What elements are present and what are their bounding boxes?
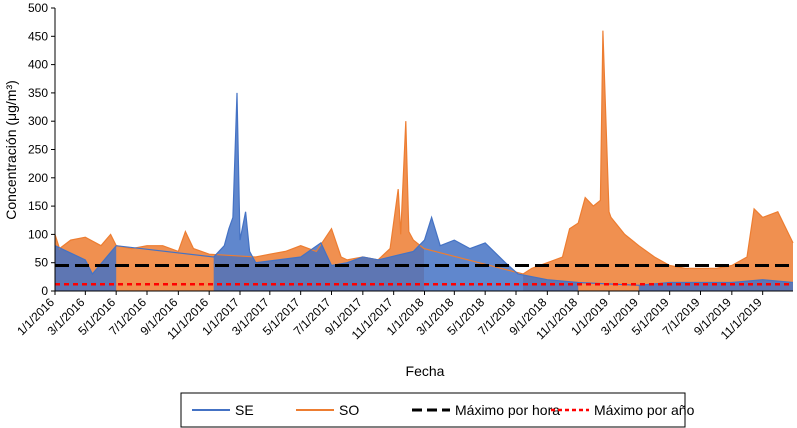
y-tick-label: 350 [28,86,48,100]
chart: 050100150200250300350400450500 1/1/20163… [3,1,794,428]
x-axis-title: Fecha [406,363,445,379]
legend: SE SO Máximo por hora Máximo por año [180,392,695,428]
y-tick-label: 250 [28,143,48,157]
y-tick-label: 450 [28,29,48,43]
y-tick-label: 50 [35,256,49,270]
y-tick-label: 400 [28,58,48,72]
x-tick-labels: 1/1/20163/1/20165/1/20167/1/20169/1/2016… [14,295,765,342]
legend-label: Máximo por hora [455,402,560,418]
series-line-so [54,30,794,275]
y-tick-label: 100 [28,227,48,241]
legend-label: SE [235,402,254,418]
y-axis-title: Concentración (μg/m³) [3,80,19,220]
legend-label: Máximo por año [594,402,695,418]
legend-label: SO [339,402,359,418]
y-tick-label: 500 [28,1,48,15]
y-tick-label: 150 [28,199,48,213]
y-tick-label: 300 [28,114,48,128]
y-tick-labels: 050100150200250300350400450500 [28,1,48,298]
y-tick-label: 200 [28,171,48,185]
